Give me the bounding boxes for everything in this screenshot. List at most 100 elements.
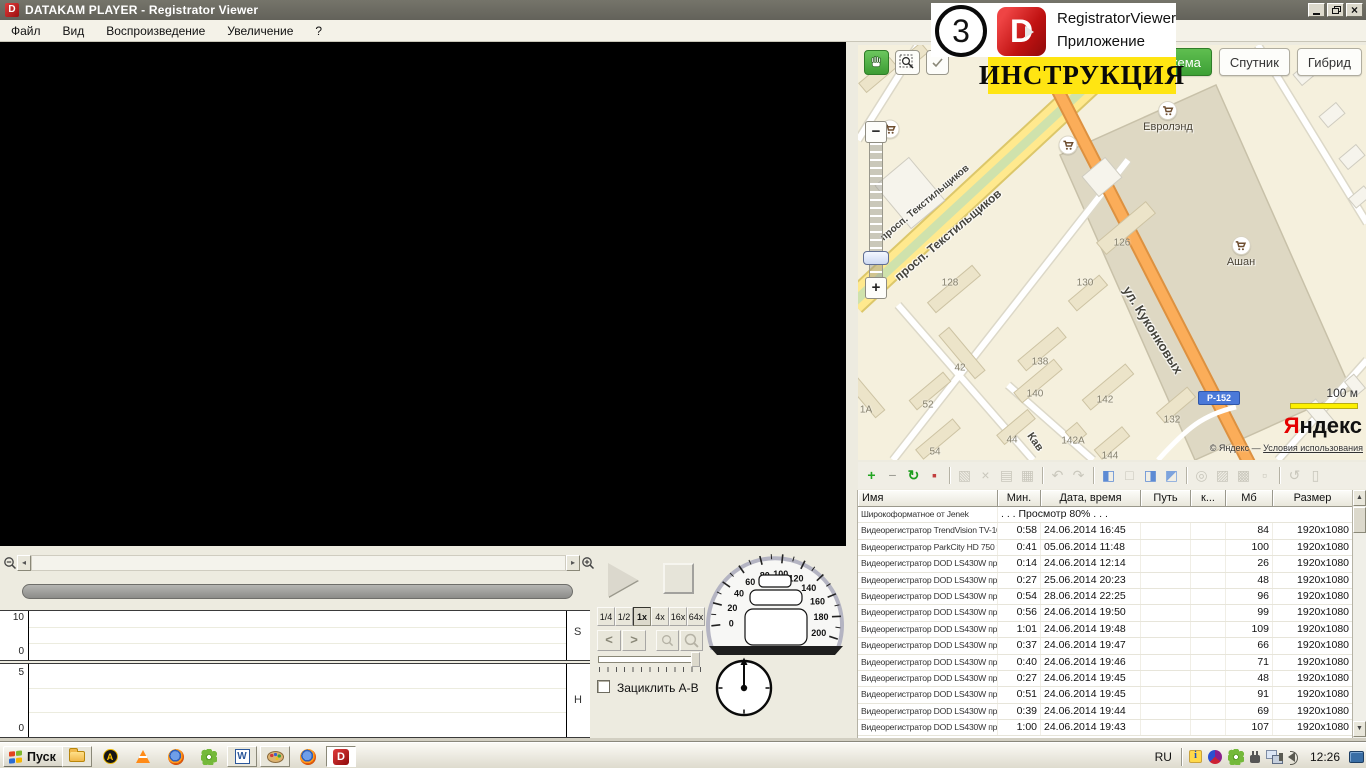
toolbar-icon-tile-view[interactable]: ◩ <box>1162 466 1181 485</box>
loop-ab-checkbox[interactable] <box>597 680 610 693</box>
vlc-icon <box>136 750 150 763</box>
toolbar-icon-remove-file[interactable]: − <box>883 466 902 485</box>
timeline-scroll-row: ◂ ▸ <box>0 555 600 573</box>
timeline-progress-bar[interactable] <box>22 584 573 599</box>
map-pan-button[interactable] <box>864 50 889 75</box>
table-row[interactable]: Видеорегистратор DOD LS430W про..0:3724.… <box>858 638 1366 654</box>
close-button[interactable]: × <box>1346 3 1363 17</box>
show-desktop-icon[interactable] <box>1349 751 1364 763</box>
taskbar-app-firefox[interactable] <box>161 746 191 767</box>
table-row[interactable]: Видеорегистратор ParkCity HD 750 т.0:410… <box>858 540 1366 556</box>
taskbar-app-word[interactable]: W <box>227 746 257 767</box>
icq-tray-icon[interactable] <box>1228 749 1244 765</box>
toolbar-icon-cascade-view[interactable]: ◨ <box>1141 466 1160 485</box>
taskbar-app-explorer[interactable] <box>62 746 92 767</box>
table-row[interactable]: Видеорегистратор DOD LS430W про..0:2725.… <box>858 573 1366 589</box>
cell-name: Видеорегистратор DOD LS430W про.. <box>858 655 998 670</box>
cell-dt: 24.06.2014 12:14 <box>1041 556 1141 571</box>
zoom-out-timeline-icon[interactable] <box>3 556 18 571</box>
timeline-scroll-left[interactable]: ◂ <box>17 555 31 571</box>
speed-buttons: 1/41/21x4x16x64x <box>597 607 705 626</box>
table-row[interactable]: Видеорегистратор DOD LS430W про..1:0024.… <box>858 720 1366 736</box>
timeline-scrollbar[interactable] <box>31 555 566 571</box>
updates-icon[interactable]: i <box>1189 750 1202 763</box>
menu-Воспроизведение[interactable]: Воспроизведение <box>95 21 216 41</box>
table-scroll-down[interactable]: ▼ <box>1353 721 1366 737</box>
menu-?[interactable]: ? <box>304 21 333 41</box>
column-header-dt[interactable]: Дата, время <box>1041 490 1141 507</box>
menu-Вид[interactable]: Вид <box>52 21 96 41</box>
volume-icon[interactable] <box>1288 752 1295 762</box>
toolbar-icon-add-file[interactable]: + <box>862 466 881 485</box>
cell-k <box>1191 720 1226 735</box>
taskbar-app-paint[interactable] <box>260 746 290 767</box>
speed-1/2[interactable]: 1/2 <box>615 607 633 626</box>
terms-link[interactable]: Условия использования <box>1263 443 1363 453</box>
windows-logo-icon <box>9 750 23 763</box>
map-zoom-out-button[interactable]: − <box>865 121 887 143</box>
svg-text:180: 180 <box>813 612 828 622</box>
power-icon[interactable] <box>1250 755 1260 763</box>
timeline-scroll-right[interactable]: ▸ <box>566 555 580 571</box>
table-scrollbar[interactable]: ▲ ▼ <box>1352 490 1366 738</box>
toolbar-icon-new-window[interactable]: ◧ <box>1099 466 1118 485</box>
speed-4x[interactable]: 4x <box>651 607 669 626</box>
minimize-button[interactable] <box>1308 3 1325 17</box>
next-file-button[interactable]: > <box>622 630 646 651</box>
zoom-in-video-button[interactable] <box>680 630 703 651</box>
map-type-hybrid[interactable]: Гибрид <box>1297 48 1362 76</box>
stats-icon[interactable] <box>1208 750 1222 764</box>
taskbar-app-vlc[interactable] <box>128 746 158 767</box>
toolbar-icon-more[interactable]: ▪ <box>925 466 944 485</box>
start-button[interactable]: Пуск <box>3 746 65 767</box>
language-indicator[interactable]: RU <box>1155 750 1172 764</box>
table-row[interactable]: Видеорегистратор DOD LS430W про..1:0124.… <box>858 622 1366 638</box>
zoom-out-video-button[interactable] <box>656 630 679 651</box>
speed-16x[interactable]: 16x <box>669 607 687 626</box>
map-zoom-box-button[interactable] <box>895 50 920 75</box>
table-row[interactable]: Видеорегистратор DOD LS430W про..0:3924.… <box>858 704 1366 720</box>
taskbar-app-aimp[interactable]: A <box>95 746 125 767</box>
table-row[interactable]: Видеорегистратор DOD LS430W про..0:5124.… <box>858 687 1366 703</box>
table-row[interactable]: Видеорегистратор DOD LS430W про..0:5624.… <box>858 605 1366 621</box>
zoom-in-timeline-icon[interactable] <box>581 556 596 571</box>
map-zoom-in-button[interactable]: + <box>865 277 887 299</box>
speed-1x[interactable]: 1x <box>633 607 651 626</box>
taskbar-app-icq[interactable] <box>194 746 224 767</box>
column-header-size[interactable]: Размер <box>1273 490 1353 507</box>
cell-k <box>1191 638 1226 653</box>
toolbar-icon-refresh-list[interactable]: ↻ <box>904 466 923 485</box>
cell-dt: 24.06.2014 19:46 <box>1041 655 1141 670</box>
table-row[interactable]: Видеорегистратор DOD LS430W про..0:2724.… <box>858 671 1366 687</box>
prev-file-button[interactable]: < <box>597 630 621 651</box>
table-row[interactable]: Видеорегистратор DOD LS430W про..0:5428.… <box>858 589 1366 605</box>
column-header-mb[interactable]: Мб <box>1226 490 1273 507</box>
column-header-k[interactable]: к... <box>1191 490 1226 507</box>
menu-Файл[interactable]: Файл <box>0 21 52 41</box>
taskbar-app-firefox2[interactable] <box>293 746 323 767</box>
table-scroll-thumb[interactable] <box>1353 507 1366 533</box>
play-button[interactable] <box>608 563 638 597</box>
position-slider[interactable] <box>598 656 700 663</box>
map-zoom-handle[interactable] <box>863 251 889 265</box>
cell-k <box>1191 655 1226 670</box>
column-header-name[interactable]: Имя <box>858 490 998 507</box>
restore-button[interactable] <box>1327 3 1344 17</box>
speed-1/4[interactable]: 1/4 <box>597 607 615 626</box>
tray-separator <box>1181 748 1182 766</box>
taskbar-app-datakam[interactable]: D <box>326 746 356 767</box>
toolbar-icon-mask-2: ▨ <box>1213 466 1232 485</box>
stop-button[interactable] <box>663 563 694 594</box>
yandex-map[interactable]: просп. Текстильщиковпросп. Текстильщиков… <box>858 45 1366 460</box>
column-header-min[interactable]: Мин. <box>998 490 1041 507</box>
menu-Увеличение[interactable]: Увеличение <box>216 21 304 41</box>
table-row[interactable]: Видеорегистратор DOD LS430W про..0:4024.… <box>858 655 1366 671</box>
position-slider-handle[interactable] <box>691 652 700 667</box>
map-type-satellite[interactable]: Спутник <box>1219 48 1290 76</box>
column-header-path[interactable]: Путь <box>1141 490 1191 507</box>
table-row[interactable]: Широкоформатное от Jenek. . . Просмотр 8… <box>858 507 1366 523</box>
table-scroll-up[interactable]: ▲ <box>1353 490 1366 506</box>
table-row[interactable]: Видеорегистратор DOD LS430W про..0:1424.… <box>858 556 1366 572</box>
svg-text:40: 40 <box>734 588 744 598</box>
table-row[interactable]: Видеорегистратор TrendVision TV-10.0:582… <box>858 523 1366 539</box>
